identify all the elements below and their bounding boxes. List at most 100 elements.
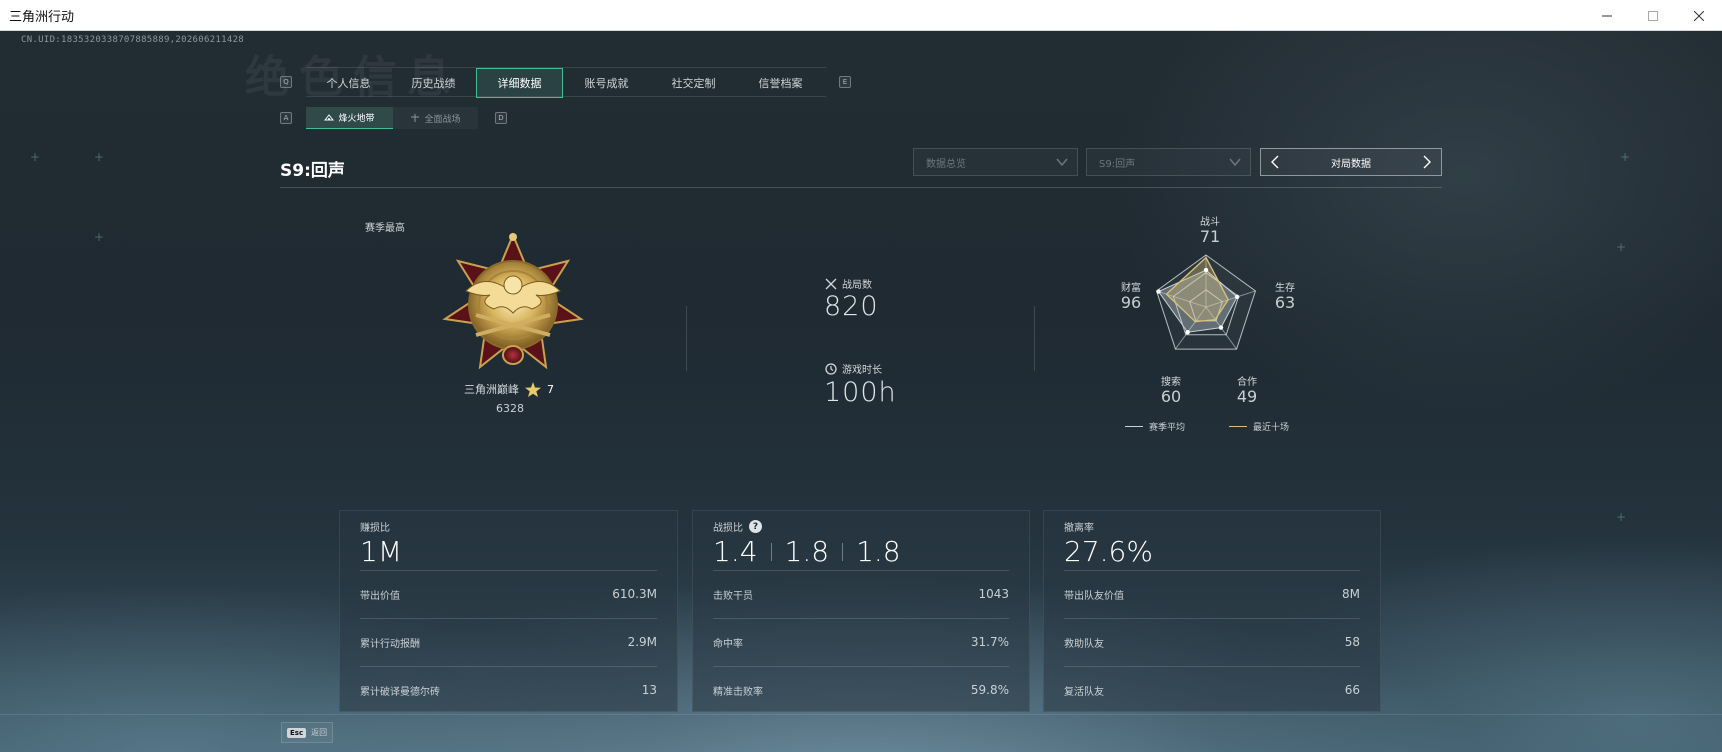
legend-swatch bbox=[1125, 426, 1143, 427]
rank-medal-icon bbox=[442, 232, 584, 370]
card-row: 累计破译曼德尔砖 13 bbox=[360, 666, 657, 714]
kd-value: 1.4 bbox=[713, 535, 758, 568]
row-value: 31.7% bbox=[970, 635, 1009, 649]
subtab-operations[interactable]: 烽火地带 bbox=[306, 107, 393, 129]
subtab-warfare-label: 全面战场 bbox=[424, 114, 461, 125]
tab-reputation[interactable]: 信誉档案 bbox=[737, 68, 824, 98]
minimize-icon[interactable] bbox=[1584, 0, 1630, 31]
chevron-down-icon bbox=[1056, 158, 1068, 167]
keyhint-next-tab: E bbox=[839, 76, 851, 88]
card-row: 精准击败率 59.8% bbox=[713, 666, 1009, 714]
matches-label: 战局数 bbox=[825, 276, 872, 291]
tab-social[interactable]: 社交定制 bbox=[650, 68, 737, 98]
chevron-right-icon[interactable] bbox=[1419, 154, 1435, 170]
match-data-pager-label: 对局数据 bbox=[1331, 158, 1371, 170]
star-icon bbox=[525, 381, 541, 397]
row-label: 带出队友价值 bbox=[1064, 590, 1124, 602]
divider bbox=[686, 306, 687, 371]
extraction-rate-title: 撤离率 bbox=[1064, 523, 1094, 534]
ability-radar-chart bbox=[1155, 254, 1257, 350]
operations-icon bbox=[324, 113, 335, 120]
row-value: 610.3M bbox=[612, 587, 657, 601]
rank-score: 6328 bbox=[496, 402, 524, 415]
keyhint-prev-subtab: A bbox=[280, 112, 292, 124]
window-titlebar: 三角洲行动 bbox=[0, 0, 1722, 31]
playtime-label-text: 游戏时长 bbox=[842, 365, 882, 376]
crosshair-icon: + bbox=[94, 230, 105, 244]
legend-season-avg-label: 赛季平均 bbox=[1149, 423, 1186, 433]
crosshair-icon: + bbox=[30, 150, 41, 164]
card-row: 救助队友 58 bbox=[1064, 618, 1360, 666]
card-row: 带出队友价值 8M bbox=[1064, 570, 1360, 618]
row-label: 救助队友 bbox=[1064, 638, 1104, 650]
crosshair-icon: + bbox=[94, 150, 105, 164]
radar-value-survival: 63 bbox=[1274, 293, 1296, 312]
row-label: 复活队友 bbox=[1064, 686, 1104, 698]
radar-label-wealth: 财富 bbox=[1121, 283, 1141, 294]
back-button[interactable]: Esc 返回 bbox=[281, 722, 333, 743]
rank-name: 三角洲巅峰 7 bbox=[464, 381, 554, 397]
card-row: 带出价值 610.3M bbox=[360, 570, 657, 618]
kd-ratio-title-text: 战损比 bbox=[713, 523, 743, 534]
profit-ratio-card: 赚损比 1M 带出价值 610.3M 累计行动报酬 2.9M 累计破译曼德尔砖 … bbox=[339, 510, 678, 712]
close-icon[interactable] bbox=[1676, 0, 1722, 31]
kd-value: 1.8 bbox=[856, 535, 901, 568]
matches-value: 820 bbox=[824, 291, 879, 322]
matches-label-text: 战局数 bbox=[842, 280, 872, 291]
radar-point bbox=[1218, 325, 1224, 330]
tab-achievements[interactable]: 账号成就 bbox=[563, 68, 650, 98]
help-icon[interactable]: ? bbox=[749, 520, 762, 533]
tab-detailed-data[interactable]: 详细数据 bbox=[476, 68, 563, 98]
clock-icon bbox=[825, 362, 837, 375]
value-separator bbox=[842, 542, 844, 561]
back-button-label: 返回 bbox=[311, 728, 328, 737]
row-label: 精准击败率 bbox=[713, 686, 763, 698]
keyhint-prev-tab: Q bbox=[280, 76, 292, 88]
window-title: 三角洲行动 bbox=[9, 9, 75, 25]
playtime-value: 100h bbox=[824, 377, 897, 408]
extraction-rate-card: 撤离率 27.6% 带出队友价值 8M 救助队友 58 复活队友 66 bbox=[1043, 510, 1381, 712]
crossed-swords-icon bbox=[825, 278, 837, 289]
radar-value-cooperation: 49 bbox=[1236, 387, 1258, 406]
radar-point bbox=[1203, 267, 1209, 273]
chevron-left-icon[interactable] bbox=[1267, 154, 1283, 170]
chevron-down-icon bbox=[1229, 158, 1241, 167]
radar-label-cooperation: 合作 bbox=[1237, 377, 1257, 388]
radar-point bbox=[1156, 289, 1161, 294]
row-value: 8M bbox=[1342, 587, 1360, 601]
subtab-warfare[interactable]: 全面战场 bbox=[393, 107, 478, 129]
tab-history[interactable]: 历史战绩 bbox=[391, 68, 476, 98]
card-row: 累计行动报酬 2.9M bbox=[360, 618, 657, 666]
data-overview-dropdown[interactable]: 数据总览 bbox=[913, 148, 1078, 176]
radar-value-search: 60 bbox=[1160, 387, 1182, 406]
footer-divider bbox=[0, 714, 1722, 715]
playtime-label: 游戏时长 bbox=[825, 361, 882, 376]
keyhint-next-subtab: D bbox=[495, 112, 507, 124]
card-row: 复活队友 66 bbox=[1064, 666, 1360, 714]
divider bbox=[1034, 306, 1035, 371]
maximize-icon[interactable] bbox=[1630, 0, 1676, 31]
crosshair-icon: + bbox=[1616, 240, 1627, 254]
legend-season-avg: 赛季平均 bbox=[1125, 420, 1185, 433]
row-value: 1043 bbox=[978, 587, 1009, 601]
rank-name-label: 三角洲巅峰 bbox=[464, 383, 519, 396]
radar-label-search: 搜索 bbox=[1161, 377, 1181, 388]
row-label: 击败干员 bbox=[713, 590, 753, 602]
match-data-pager: 对局数据 bbox=[1260, 148, 1442, 176]
radar-value-wealth: 96 bbox=[1120, 293, 1142, 312]
season-dropdown[interactable]: S9:回声 bbox=[1086, 148, 1251, 176]
row-value: 59.8% bbox=[970, 683, 1009, 697]
row-label: 命中率 bbox=[713, 638, 743, 650]
game-viewport: CN.UID:1835320338707885889,202606211428 … bbox=[0, 31, 1722, 752]
season-dropdown-value: S9:回声 bbox=[1099, 158, 1136, 170]
profit-ratio-title: 赚损比 bbox=[360, 523, 390, 534]
season-best-label: 赛季最高 bbox=[365, 223, 405, 234]
season-divider bbox=[280, 187, 1442, 188]
tab-personal-info[interactable]: 个人信息 bbox=[306, 68, 391, 98]
kd-value: 1.8 bbox=[784, 535, 830, 568]
row-label: 累计行动报酬 bbox=[360, 638, 420, 650]
radar-value-combat: 71 bbox=[1199, 227, 1221, 246]
kd-ratio-title: 战损比 ? bbox=[713, 519, 762, 534]
card-row: 命中率 31.7% bbox=[713, 618, 1009, 666]
player-uid: CN.UID:1835320338707885889,202606211428 bbox=[21, 35, 245, 45]
